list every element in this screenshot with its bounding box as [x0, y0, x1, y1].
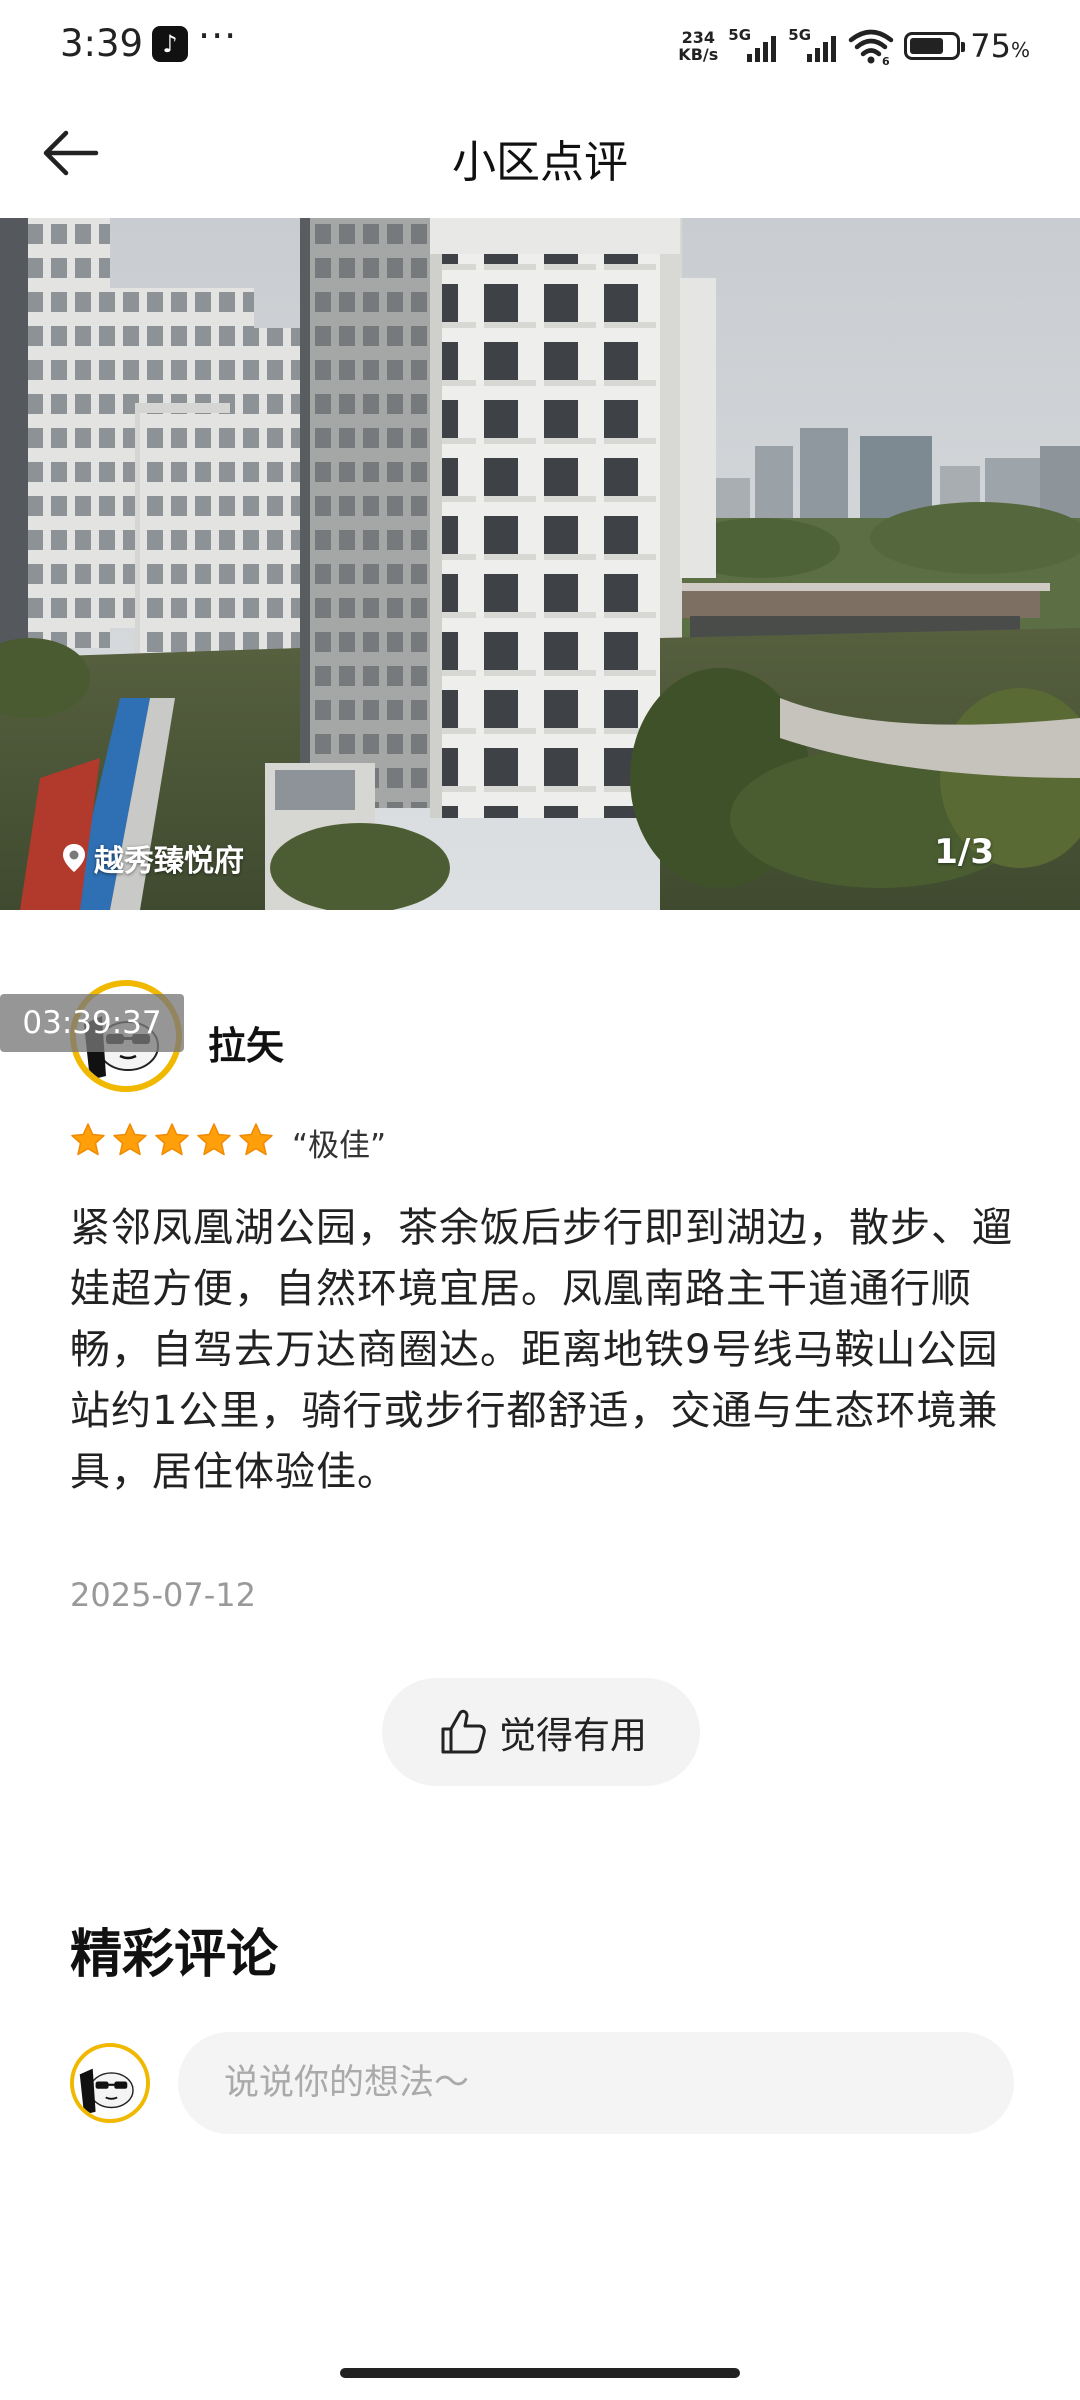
signal-icon-sim2: 5G: [788, 26, 838, 66]
battery-percent: 75%: [970, 27, 1030, 65]
helpful-button[interactable]: 觉得有用: [382, 1678, 700, 1786]
svg-text:6: 6: [882, 55, 890, 66]
network-speed: 234 KB/s: [678, 28, 719, 64]
location-name: 越秀臻悦府: [94, 844, 244, 879]
star-icon: [239, 1123, 273, 1156]
wifi-icon: 6: [849, 29, 894, 66]
more-notifications-icon: ···: [198, 14, 238, 58]
signal-icon-sim1: 5G: [728, 26, 778, 66]
rating-label: “极佳”: [292, 1128, 387, 1164]
comments-section-title: 精彩评论: [70, 1925, 279, 1985]
helpful-label: 觉得有用: [499, 1714, 647, 1757]
star-icon: [71, 1123, 105, 1156]
community-photo: [0, 218, 1080, 910]
tiktok-notification-icon: ♪: [152, 26, 188, 62]
image-counter: 1/3: [934, 832, 994, 872]
page-title: 小区点评: [452, 137, 628, 188]
location-tag[interactable]: 越秀臻悦府: [62, 836, 244, 880]
thumbs-up-icon: [441, 1709, 486, 1754]
home-indicator[interactable]: [340, 2368, 740, 2378]
location-pin-icon: [63, 844, 85, 872]
reviewer-name[interactable]: 拉矢: [208, 1015, 284, 1070]
my-avatar: [70, 2043, 150, 2123]
status-time: 3:39: [60, 22, 144, 65]
star-icon: [197, 1123, 231, 1156]
battery-icon: [904, 32, 966, 60]
review-date: 2025-07-12: [70, 1576, 256, 1614]
star-icon: [113, 1123, 147, 1156]
header: 小区点评: [0, 92, 1080, 218]
panda-avatar-icon: [74, 2047, 146, 2119]
hero-image-carousel[interactable]: 越秀臻悦府 1/3: [0, 218, 1080, 910]
comment-input[interactable]: [178, 2032, 1014, 2134]
overlay-timer: 03:39:37: [0, 994, 184, 1052]
review-text: 紧邻凤凰湖公园，茶余饭后步行即到湖边，散步、遛娃超方便，自然环境宜居。凤凰南路主…: [70, 1205, 1013, 1495]
rating-stars: [70, 1122, 274, 1158]
star-icon: [155, 1123, 189, 1156]
status-indicators: 234 KB/s 5G 5G 6 75%: [678, 24, 1030, 68]
status-bar: 3:39 ♪ ··· 234 KB/s 5G 5G 6 75%: [0, 0, 1080, 92]
